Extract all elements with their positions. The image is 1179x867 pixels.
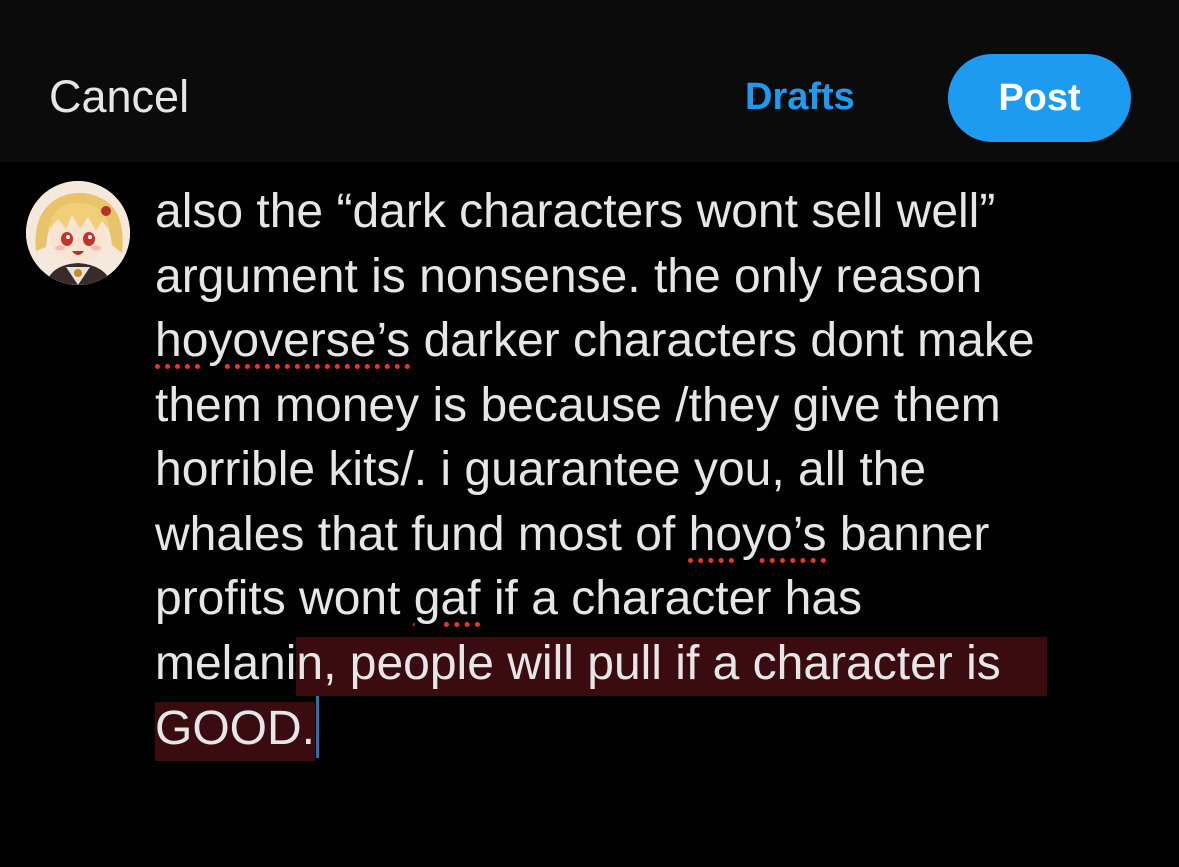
misspelled-word[interactable]: hoyoverse’s	[155, 314, 410, 367]
text-line: them money is because /they give them	[155, 378, 1001, 432]
text-selection[interactable]: n, people will pull if a character is	[296, 636, 1047, 696]
text-line: hoyoverse’s darker characters dont make	[155, 309, 1165, 374]
text-line: horrible kits/. i guarantee you, all the	[155, 443, 927, 496]
text-line: whales that fund most of hoyo’s banner	[155, 503, 1165, 568]
text-line: profits wont gaf if a character has	[155, 567, 1165, 632]
compose-text-area[interactable]: also the “dark characters wont sell well…	[155, 180, 1165, 761]
anime-character-avatar-icon	[26, 181, 130, 285]
text-fragment: if a character has	[480, 572, 863, 625]
text-fragment: darker characters dont make	[410, 314, 1035, 367]
misspelled-word[interactable]: gaf	[414, 572, 481, 625]
cancel-button[interactable]: Cancel	[49, 70, 189, 124]
text-selection[interactable]: GOOD.	[155, 702, 316, 761]
text-line: melanin, people will pull if a character…	[155, 632, 1165, 697]
text-line: GOOD.	[155, 696, 1165, 761]
text-fragment: melani	[155, 636, 297, 690]
text-cursor	[316, 696, 320, 758]
text-fragment: profits wont	[155, 572, 414, 625]
text-line: argument is nonsense. the only reason	[155, 249, 983, 303]
avatar[interactable]	[26, 181, 130, 285]
text-fragment: banner	[826, 507, 990, 561]
post-button[interactable]: Post	[948, 54, 1131, 142]
drafts-button[interactable]: Drafts	[745, 74, 855, 120]
compose-header: Cancel Drafts Post	[0, 0, 1179, 162]
text-fragment: whales that fund most of	[155, 507, 689, 561]
misspelled-word[interactable]: hoyo’s	[689, 508, 827, 561]
text-line: also the “dark characters wont sell well…	[155, 185, 996, 238]
